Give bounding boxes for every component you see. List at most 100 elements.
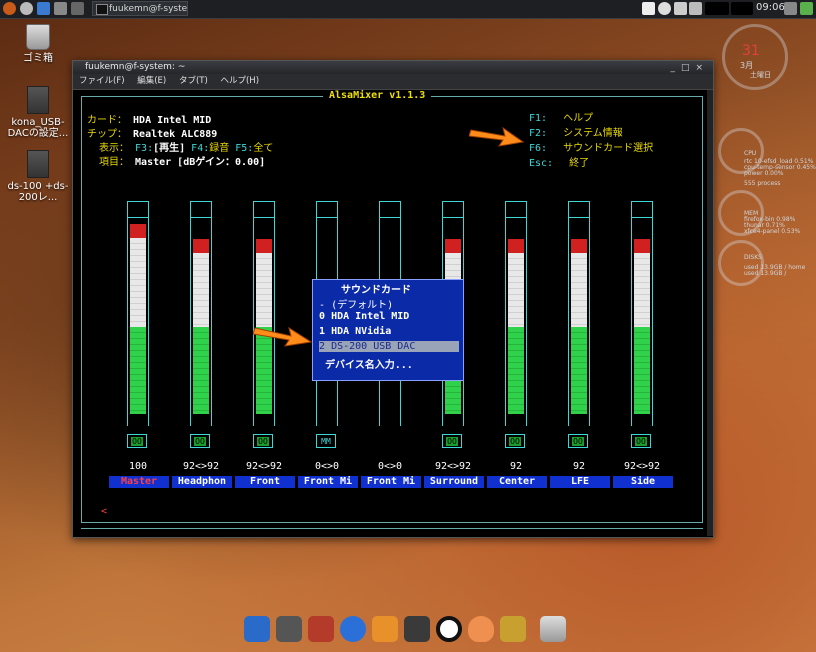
menu-tabs[interactable]: タブ(T)	[179, 76, 208, 86]
channel-label[interactable]: Side	[613, 476, 673, 488]
desktop-icon-file-2[interactable]: ds-100 +ds-200レ...	[3, 150, 73, 203]
volume-bar[interactable]	[505, 201, 527, 426]
mute-switch[interactable]: OO	[442, 434, 462, 448]
taskbar-terminal-task[interactable]: fuukemn@f-syste···	[92, 1, 188, 16]
tools-icon[interactable]	[500, 616, 526, 642]
panel-clock: 09:06	[756, 2, 785, 13]
popup-item-label: デバイス名入力...	[325, 360, 413, 371]
terminal-icon	[96, 4, 108, 15]
desktop-icon-file-1[interactable]: kona_USB-DACの設定...	[3, 86, 73, 139]
popup-item-2-selected[interactable]: 2 DS-200 USB DAC	[319, 341, 459, 352]
mute-switch[interactable]: OO	[568, 434, 588, 448]
channel-label[interactable]: Headphon	[172, 476, 232, 488]
popup-item-enter-device[interactable]: デバイス名入力...	[319, 356, 413, 371]
volume-bar[interactable]	[253, 201, 275, 426]
level-mid	[193, 253, 209, 327]
app-menu-icon[interactable]	[3, 2, 16, 15]
show-desktop-icon[interactable]	[784, 2, 797, 15]
switch-state: OO	[446, 437, 458, 446]
close-icon[interactable]: ×	[695, 63, 709, 73]
files-icon[interactable]	[71, 2, 84, 15]
clipboard-icon[interactable]	[642, 2, 655, 15]
task-title: fuukemn@f-syste···	[109, 4, 188, 14]
process-count: 555 process	[744, 180, 781, 187]
menu-bar: ファイル(F) 編集(E) タブ(T) ヘルプ(H)	[73, 74, 713, 90]
level-low	[634, 327, 650, 414]
disk-usage-2: used 13.9GB /	[744, 270, 787, 277]
menu-file[interactable]: ファイル(F)	[79, 76, 125, 86]
channel-label[interactable]: Center	[487, 476, 547, 488]
channel-label[interactable]: Master	[109, 476, 169, 488]
terminal-scrollbar[interactable]	[707, 90, 713, 536]
power-icon[interactable]	[674, 2, 687, 15]
key-f2-desc: システム情報	[563, 128, 623, 139]
switch-state: OO	[635, 437, 647, 446]
mute-switch[interactable]: OO	[505, 434, 525, 448]
menu-help[interactable]: ヘルプ(H)	[220, 76, 259, 86]
anchor-icon[interactable]	[244, 616, 270, 642]
cpu-label: CPU	[744, 150, 757, 157]
channel-label[interactable]: Front Mi	[298, 476, 358, 488]
globe-icon[interactable]	[37, 2, 50, 15]
trash-icon	[26, 24, 50, 50]
disk-ring	[718, 240, 764, 286]
level-low	[508, 327, 524, 414]
annotation-arrow-icon	[469, 126, 525, 147]
volume-icon[interactable]	[689, 2, 702, 15]
workspace-2[interactable]	[731, 2, 753, 15]
volume-bar[interactable]	[631, 201, 653, 426]
switch-state: OO	[194, 437, 206, 446]
volume-bar[interactable]	[190, 201, 212, 426]
channel-label[interactable]: Front	[235, 476, 295, 488]
level-mid	[508, 253, 524, 327]
channel-label[interactable]: Front Mi	[361, 476, 421, 488]
volume-bar[interactable]	[568, 201, 590, 426]
window-title: fuukemn@f-system: ~	[85, 62, 186, 72]
mute-switch[interactable]: OO	[127, 434, 147, 448]
date-day: 31	[742, 43, 760, 59]
annotation-arrow-icon	[253, 326, 313, 347]
network-icon[interactable]	[308, 616, 334, 642]
mute-switch[interactable]: MM	[316, 434, 336, 448]
minimize-icon[interactable]: _	[670, 63, 681, 73]
media-player-icon[interactable]	[404, 616, 430, 642]
popup-item-1[interactable]: 1 HDA NVidia	[319, 326, 391, 337]
mem-process-3: xfce4-panel 0.53%	[744, 228, 801, 235]
switch-state: OO	[131, 437, 143, 446]
level-mid	[634, 253, 650, 327]
sound-card-popup[interactable]: サウンドカード - (デフォルト) 0 HDA Intel MID 1 HDA …	[312, 279, 464, 381]
globe-icon[interactable]	[340, 616, 366, 642]
settings-icon[interactable]	[20, 2, 33, 15]
maximize-icon[interactable]: □	[681, 63, 696, 73]
window-titlebar[interactable]: fuukemn@f-system: ~ _□×	[73, 61, 713, 74]
workspace-1[interactable]	[705, 2, 729, 15]
date-month: 3月	[740, 61, 754, 70]
mute-switch[interactable]: OO	[253, 434, 273, 448]
network-status-icon[interactable]	[658, 2, 671, 15]
logout-icon[interactable]	[800, 2, 813, 15]
mute-switch[interactable]: OO	[190, 434, 210, 448]
popup-item-default[interactable]: - (デフォルト)	[319, 296, 393, 311]
level-low	[130, 327, 146, 414]
vlc-icon[interactable]	[372, 616, 398, 642]
monitor-icon[interactable]	[276, 616, 302, 642]
peach-icon[interactable]	[468, 616, 494, 642]
terminal-icon[interactable]	[54, 2, 67, 15]
popup-item-0[interactable]: 0 HDA Intel MID	[319, 311, 409, 322]
popup-item-label: DS-200 USB DAC	[331, 341, 416, 352]
volume-bar[interactable]	[127, 201, 149, 426]
trash-icon[interactable]	[540, 616, 566, 642]
item-line: 項目： Master [dBゲイン：0.00]	[99, 153, 265, 168]
level-mid	[256, 253, 272, 327]
channel-label[interactable]: Surround	[424, 476, 484, 488]
key-f1-desc: ヘルプ	[563, 113, 594, 124]
terminal-area[interactable]: AlsaMixer v1.1.3 カード： HDA Intel MID チップ：…	[73, 90, 707, 536]
key-help-f6: F6: サウンドカード選択	[529, 139, 653, 154]
channel-label[interactable]: LFE	[550, 476, 610, 488]
a-app-icon[interactable]	[436, 616, 462, 642]
menu-edit[interactable]: 編集(E)	[137, 76, 166, 86]
desktop-icon-trash[interactable]: ゴミ箱	[3, 24, 73, 64]
terminal-window[interactable]: fuukemn@f-system: ~ _□× ファイル(F) 編集(E) タブ…	[72, 60, 714, 538]
mute-switch[interactable]: OO	[631, 434, 651, 448]
view-line: 表示： F3:[再生] F4:録音 F5:全て	[99, 139, 273, 154]
